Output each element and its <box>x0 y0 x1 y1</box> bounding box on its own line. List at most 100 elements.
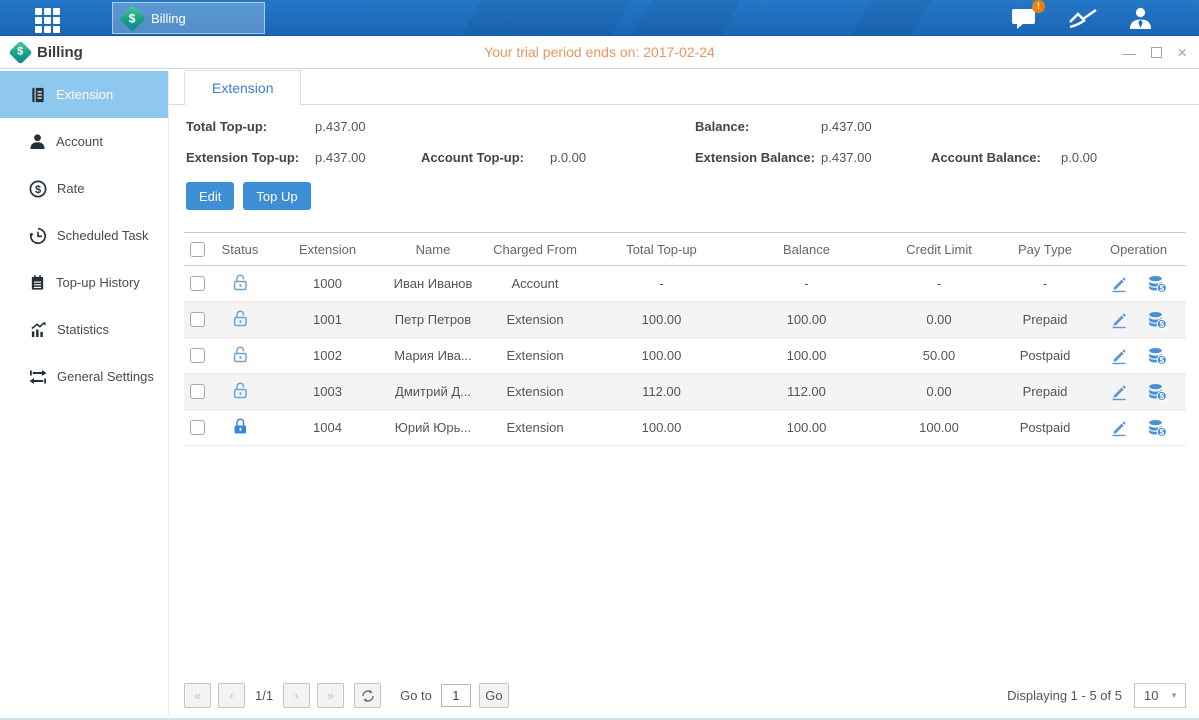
main-content: Extension Total Top-up: p.437.00 Balance… <box>168 70 1199 716</box>
topup-row-icon[interactable]: $ <box>1148 419 1167 437</box>
cell-charged-from: Extension <box>481 410 589 446</box>
row-checkbox[interactable] <box>190 312 205 327</box>
sidebar-item-topup-history[interactable]: Top-up History <box>0 259 168 306</box>
prev-page-button[interactable]: ‹ <box>218 683 245 708</box>
cell-pay-type: Prepaid <box>999 374 1091 410</box>
extension-topup-label: Extension Top-up: <box>186 150 315 165</box>
goto-page-input[interactable] <box>441 684 471 707</box>
row-checkbox[interactable] <box>190 384 205 399</box>
next-page-button[interactable]: › <box>283 683 310 708</box>
cell-balance: 100.00 <box>734 410 879 446</box>
apps-grid-icon[interactable] <box>35 8 60 33</box>
maximize-button[interactable] <box>1151 47 1162 58</box>
topup-button[interactable]: Top Up <box>243 182 310 210</box>
cell-name: Юрий Юрь... <box>385 410 481 446</box>
select-all-checkbox[interactable] <box>190 242 205 257</box>
account-balance-value: p.0.00 <box>1061 150 1199 165</box>
topup-row-icon[interactable]: $ <box>1148 347 1167 365</box>
extension-book-icon <box>29 86 46 104</box>
status-lock-icon <box>231 280 250 295</box>
cell-name: Иван Иванов <box>385 266 481 302</box>
sidebar-item-label: Extension <box>56 87 113 102</box>
topup-row-icon[interactable]: $ <box>1148 275 1167 293</box>
cell-credit-limit: 0.00 <box>879 374 999 410</box>
cell-extension: 1000 <box>270 266 385 302</box>
topbar-decoration <box>844 0 936 36</box>
status-lock-icon <box>231 316 250 331</box>
column-header-pay-type: Pay Type <box>999 233 1091 266</box>
edit-row-icon[interactable] <box>1110 311 1128 329</box>
edit-row-icon[interactable] <box>1110 275 1128 293</box>
first-page-button[interactable]: « <box>184 683 211 708</box>
cell-balance: 100.00 <box>734 338 879 374</box>
topup-row-icon[interactable]: $ <box>1148 311 1167 329</box>
cell-charged-from: Account <box>481 266 589 302</box>
sidebar-item-account[interactable]: Account <box>0 118 168 165</box>
sidebar-item-label: General Settings <box>57 369 154 384</box>
sidebar-item-statistics[interactable]: Statistics <box>0 306 168 353</box>
notepad-icon <box>29 274 46 291</box>
line-chart-icon[interactable] <box>1068 7 1098 29</box>
column-header-status: Status <box>210 233 270 266</box>
row-checkbox[interactable] <box>190 420 205 435</box>
statistics-icon <box>29 321 47 338</box>
extension-balance-value: p.437.00 <box>821 150 931 165</box>
status-lock-icon <box>231 388 250 403</box>
refresh-icon[interactable] <box>354 683 381 708</box>
close-button[interactable]: × <box>1177 44 1187 61</box>
column-header-balance: Balance <box>734 233 879 266</box>
page-size-value: 10 <box>1144 688 1158 703</box>
svg-text:$: $ <box>1160 428 1165 437</box>
total-topup-label: Total Top-up: <box>186 119 315 134</box>
window-controls: — × <box>1122 36 1187 69</box>
extension-balance-label: Extension Balance: <box>695 150 821 165</box>
column-header-extension: Extension <box>270 233 385 266</box>
sidebar-item-scheduled-task[interactable]: Scheduled Task <box>0 212 168 259</box>
topbar-decoration <box>454 0 636 36</box>
column-header-credit-limit: Credit Limit <box>879 233 999 266</box>
svg-text:$: $ <box>1160 320 1165 329</box>
table-row: 1000 Иван Иванов Account - - - - <box>184 266 1186 302</box>
taskbar-item-billing[interactable]: $ Billing <box>112 2 265 34</box>
pagination-bar: « ‹ 1/1 › » Go to Go Displaying <box>184 683 1186 708</box>
taskbar-item-label: Billing <box>151 11 186 26</box>
row-checkbox[interactable] <box>190 276 205 291</box>
cell-total-topup: 100.00 <box>589 410 734 446</box>
table-header-row: Status Extension Name Charged From Total… <box>184 233 1186 266</box>
edit-row-icon[interactable] <box>1110 419 1128 437</box>
billing-app-window: $ Billing ! <box>0 0 1199 720</box>
cell-pay-type: Postpaid <box>999 410 1091 446</box>
page-size-select[interactable]: 10 ▼ <box>1134 683 1186 708</box>
cell-credit-limit: 50.00 <box>879 338 999 374</box>
minimize-button[interactable]: — <box>1122 46 1136 60</box>
row-checkbox[interactable] <box>190 348 205 363</box>
cell-pay-type: - <box>999 266 1091 302</box>
sidebar-item-label: Statistics <box>57 322 109 337</box>
tab-extension[interactable]: Extension <box>184 70 301 106</box>
chevron-down-icon: ▼ <box>1170 691 1178 700</box>
cell-name: Мария Ива... <box>385 338 481 374</box>
edit-button[interactable]: Edit <box>186 182 234 210</box>
topbar-icons: ! <box>1011 0 1153 36</box>
extension-topup-value: p.437.00 <box>315 150 421 165</box>
cell-extension: 1001 <box>270 302 385 338</box>
cell-total-topup: 100.00 <box>589 302 734 338</box>
topup-row-icon[interactable]: $ <box>1148 383 1167 401</box>
chat-icon[interactable]: ! <box>1011 6 1038 30</box>
dollar-circle-icon: $ <box>29 180 47 198</box>
cell-balance: 100.00 <box>734 302 879 338</box>
app-body: Extension Account $ Rate <box>0 70 1199 716</box>
column-header-total-topup: Total Top-up <box>589 233 734 266</box>
user-icon[interactable] <box>1128 6 1153 30</box>
displaying-info: Displaying 1 - 5 of 5 <box>1007 688 1122 703</box>
cell-total-topup: 112.00 <box>589 374 734 410</box>
edit-row-icon[interactable] <box>1110 347 1128 365</box>
status-lock-icon <box>231 352 250 367</box>
sidebar-item-general-settings[interactable]: General Settings <box>0 353 168 400</box>
sidebar-item-extension[interactable]: Extension <box>0 71 168 118</box>
edit-row-icon[interactable] <box>1110 383 1128 401</box>
window-titlebar: $ Billing Your trial period ends on: 201… <box>0 36 1199 69</box>
sidebar-item-rate[interactable]: $ Rate <box>0 165 168 212</box>
go-button[interactable]: Go <box>479 683 509 708</box>
last-page-button[interactable]: » <box>317 683 344 708</box>
